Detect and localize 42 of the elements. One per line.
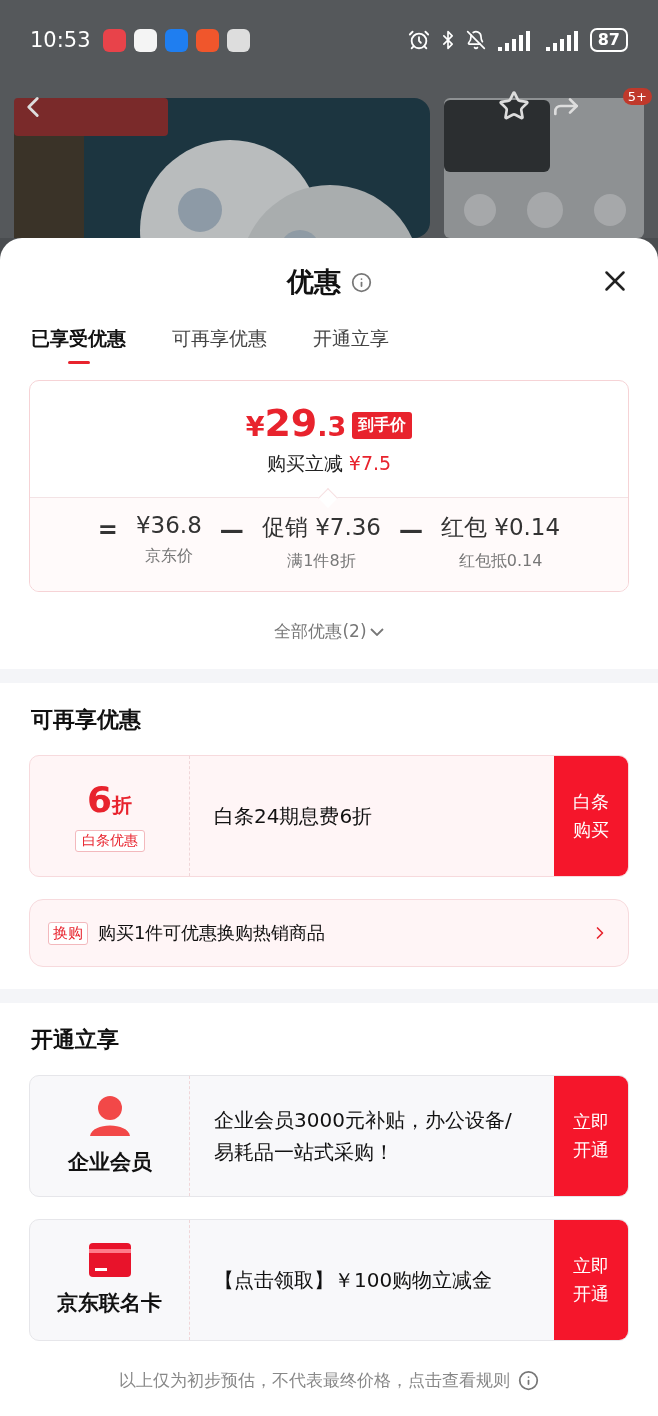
- offer-button[interactable]: 立即开通: [554, 1220, 628, 1340]
- card-icon: [88, 1243, 131, 1277]
- offer-button[interactable]: 白条购买: [554, 756, 628, 876]
- price-note: 红包抵0.14: [458, 551, 543, 572]
- status-time: 10:53: [30, 28, 91, 52]
- chevron-down-icon: [369, 627, 384, 636]
- price-note: 京东价: [144, 546, 193, 567]
- operator-sign: —: [219, 516, 244, 544]
- section-title: 开通立享: [30, 1026, 120, 1054]
- person-icon: [88, 1096, 131, 1136]
- battery-icon: 87: [589, 28, 628, 52]
- exchange-row[interactable]: 换购 购买1件可优惠换购热销商品: [29, 899, 629, 967]
- offer-tag: 白条优惠: [74, 829, 145, 852]
- discount-value: 6折: [86, 780, 133, 822]
- tab[interactable]: 可再享优惠: [172, 326, 267, 360]
- operator-sign: =: [97, 516, 118, 544]
- info-icon[interactable]: [518, 1370, 539, 1391]
- bell-off-icon: [465, 30, 486, 50]
- disclaimer-link[interactable]: 以上仅为初步预估，不代表最终价格，点击查看规则: [119, 1369, 510, 1392]
- section-title: 可再享优惠: [30, 706, 142, 734]
- price-amount: ¥36.8: [135, 512, 202, 538]
- offer-name: 京东联名卡: [57, 1290, 162, 1317]
- all-offers-link[interactable]: 全部优惠(2): [270, 616, 388, 647]
- price-note: 满1件8折: [287, 551, 356, 572]
- price-amount: 促销 ¥7.36: [261, 513, 381, 542]
- sheet-title: 优惠: [286, 265, 341, 299]
- offer-text: 购买1件可优惠换购热销商品: [98, 921, 327, 945]
- offer-button[interactable]: 立即开通: [554, 1076, 628, 1196]
- price-amount: 红包 ¥0.14: [441, 513, 561, 542]
- offer-text: 白条24期息费6折: [213, 803, 374, 830]
- offer-name: 企业会员: [67, 1149, 152, 1176]
- tab[interactable]: 开通立享: [313, 326, 389, 360]
- offer-tag: 换购: [48, 921, 88, 945]
- offer-text: 企业会员3000元补贴，办公设备/易耗品一站式采购！: [213, 1107, 513, 1166]
- star-icon[interactable]: [498, 90, 530, 122]
- info-icon[interactable]: [350, 271, 372, 293]
- reduction-text: 购买立减 ¥7.5: [266, 451, 392, 476]
- operator-sign: —: [399, 516, 423, 544]
- price-tag: 到手价: [352, 411, 413, 439]
- offer-text: 【点击领取】￥100购物立减金: [213, 1267, 494, 1294]
- final-price: ¥29.3: [245, 401, 347, 447]
- alarm-icon: [407, 29, 430, 51]
